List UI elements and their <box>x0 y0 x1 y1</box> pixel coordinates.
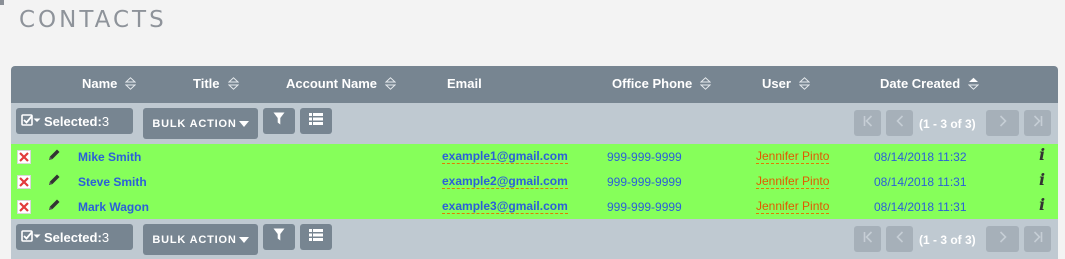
info-icon[interactable]: i <box>1039 145 1045 164</box>
sort-icon[interactable] <box>385 77 397 90</box>
column-header-title[interactable]: Title <box>193 76 239 91</box>
list-toolbar-bottom: Selected: 3 BULK ACTION (1 - 3 of 3) <box>11 219 1058 259</box>
checkbox-icon <box>21 113 41 129</box>
table-row[interactable]: Steve Smith example2@gmail.com 999-999-9… <box>11 169 1058 194</box>
caret-down-icon <box>238 118 249 130</box>
sort-icon[interactable] <box>125 77 137 90</box>
caret-down-icon <box>238 234 249 246</box>
filter-button[interactable] <box>263 224 295 250</box>
last-page-icon <box>1033 230 1043 248</box>
chevron-right-icon <box>999 114 1007 132</box>
select-dropdown-button[interactable]: Selected: 3 <box>16 108 133 134</box>
pagination-count: (1 - 3 of 3) <box>919 233 976 247</box>
list-toolbar-top: Selected: 3 BULK ACTION (1 - 3 of 3) <box>11 103 1058 144</box>
select-dropdown-button[interactable]: Selected: 3 <box>16 224 133 250</box>
sort-icon[interactable] <box>227 77 239 90</box>
table-row[interactable]: Mike Smith example1@gmail.com 999-999-99… <box>11 144 1058 169</box>
previous-page-button[interactable] <box>886 226 913 252</box>
date-created: 08/14/2018 11:32 <box>874 150 967 164</box>
column-header-email: Email <box>447 76 482 91</box>
page-title: CONTACTS <box>19 7 167 33</box>
last-page-button[interactable] <box>1024 226 1051 252</box>
table-row[interactable]: Mark Wagon example3@gmail.com 999-999-99… <box>11 194 1058 219</box>
next-page-button[interactable] <box>986 226 1019 252</box>
list-header: Name Title Account Name Email Office Pho… <box>11 66 1058 103</box>
sort-active-icon[interactable] <box>968 77 980 90</box>
column-name-label: Name <box>82 76 118 91</box>
selected-count: 3 <box>101 229 110 245</box>
email-link[interactable]: example1@gmail.com <box>442 150 568 164</box>
first-page-button[interactable] <box>854 226 881 252</box>
contact-name-link[interactable]: Mark Wagon <box>78 200 149 214</box>
selected-count: 3 <box>101 113 110 129</box>
column-account-name-label: Account Name <box>286 76 378 91</box>
bulk-action-button[interactable]: BULK ACTION <box>143 224 258 255</box>
chevron-left-icon <box>895 230 904 248</box>
sort-icon[interactable] <box>700 77 712 90</box>
info-icon[interactable]: i <box>1039 170 1045 189</box>
previous-page-button[interactable] <box>886 110 913 136</box>
selected-label: Selected: <box>44 113 102 129</box>
last-page-button[interactable] <box>1024 110 1051 136</box>
filter-button[interactable] <box>263 108 295 134</box>
column-chooser-icon <box>309 228 323 246</box>
last-page-icon <box>1033 114 1043 132</box>
pencil-icon[interactable] <box>47 148 61 162</box>
pencil-icon[interactable] <box>47 198 61 212</box>
chevron-left-icon <box>895 114 904 132</box>
first-page-button[interactable] <box>854 110 881 136</box>
delete-icon[interactable] <box>17 150 31 164</box>
column-header-date-created[interactable]: Date Created <box>880 76 980 91</box>
column-user-label: User <box>762 76 791 91</box>
column-header-user[interactable]: User <box>762 76 810 91</box>
date-created: 08/14/2018 11:31 <box>874 200 967 214</box>
email-link[interactable]: example3@gmail.com <box>442 200 568 214</box>
column-chooser-button[interactable] <box>300 224 332 250</box>
checkbox-icon <box>21 229 41 245</box>
pencil-icon[interactable] <box>47 173 61 187</box>
corner-marker <box>0 0 4 5</box>
contacts-list-view: Name Title Account Name Email Office Pho… <box>11 66 1058 259</box>
bulk-action-label: BULK ACTION <box>152 117 237 130</box>
assigned-user-link[interactable]: Jennifer Pinto <box>756 150 830 164</box>
date-created: 08/14/2018 11:31 <box>874 175 967 189</box>
column-date-created-label: Date Created <box>880 76 961 91</box>
filter-icon <box>273 228 285 246</box>
first-page-icon <box>863 114 873 132</box>
contact-name-link[interactable]: Steve Smith <box>78 175 147 189</box>
email-link[interactable]: example2@gmail.com <box>442 175 568 189</box>
info-icon[interactable]: i <box>1039 195 1045 214</box>
sort-icon[interactable] <box>798 77 810 90</box>
delete-icon[interactable] <box>17 200 31 214</box>
column-chooser-button[interactable] <box>300 108 332 134</box>
selected-label: Selected: <box>44 229 102 245</box>
column-email-label: Email <box>447 76 482 91</box>
office-phone: 999-999-9999 <box>607 175 682 189</box>
pagination-count: (1 - 3 of 3) <box>919 117 976 131</box>
assigned-user-link[interactable]: Jennifer Pinto <box>756 200 830 214</box>
contact-name-link[interactable]: Mike Smith <box>78 150 141 164</box>
first-page-icon <box>863 230 873 248</box>
next-page-button[interactable] <box>986 110 1019 136</box>
bulk-action-label: BULK ACTION <box>152 233 237 246</box>
bulk-action-button[interactable]: BULK ACTION <box>143 108 258 139</box>
office-phone: 999-999-9999 <box>607 200 682 214</box>
filter-icon <box>273 112 285 130</box>
delete-icon[interactable] <box>17 175 31 189</box>
column-header-name[interactable]: Name <box>82 76 137 91</box>
column-title-label: Title <box>193 76 220 91</box>
column-header-office-phone[interactable]: Office Phone <box>612 76 712 91</box>
column-office-phone-label: Office Phone <box>612 76 693 91</box>
office-phone: 999-999-9999 <box>607 150 682 164</box>
chevron-right-icon <box>999 230 1007 248</box>
column-header-account-name[interactable]: Account Name <box>286 76 397 91</box>
column-chooser-icon <box>309 112 323 130</box>
assigned-user-link[interactable]: Jennifer Pinto <box>756 175 830 189</box>
